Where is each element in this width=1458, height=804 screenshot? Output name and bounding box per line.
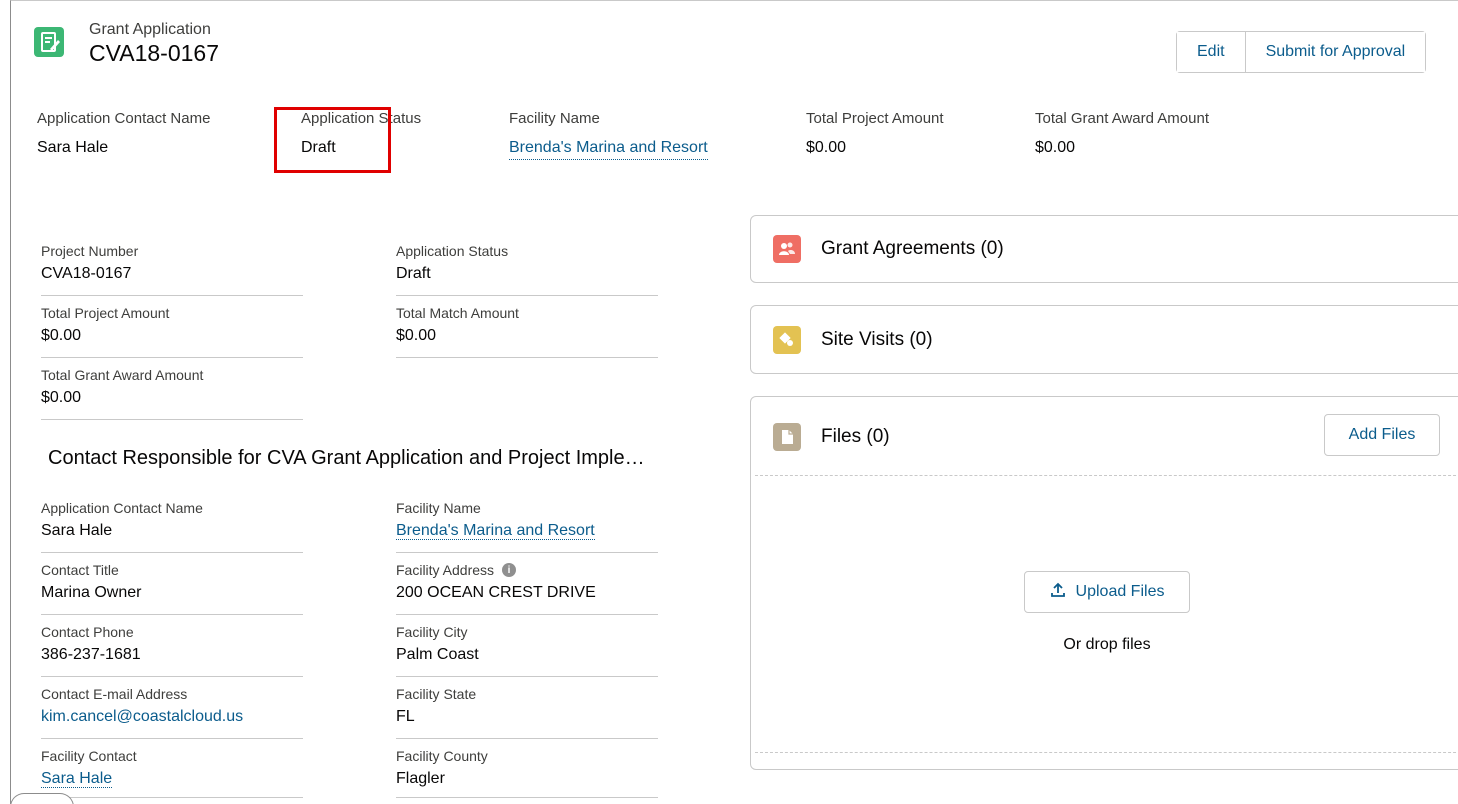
field-facility-name: Facility Name Brenda's Marina and Resort: [396, 500, 658, 553]
field-total-match-amount: Total Match Amount $0.00: [396, 305, 658, 358]
field-value: CVA18-0167: [41, 265, 132, 282]
card-header: Site Visits (0): [773, 326, 933, 354]
field-application-contact-name: Application Contact Name Sara Hale: [41, 500, 303, 553]
field-label: Facility County: [396, 748, 488, 764]
field-facility-county: Facility County Flagler: [396, 748, 658, 798]
field-label: Application Contact Name: [41, 500, 203, 516]
highlight-value: $0.00: [806, 139, 847, 156]
info-icon[interactable]: i: [502, 563, 517, 577]
field-contact-phone: Contact Phone 386-237-1681: [41, 624, 303, 677]
field-value: $0.00: [41, 327, 82, 344]
field-project-number: Project Number CVA18-0167: [41, 243, 303, 296]
field-facility-state: Facility State FL: [396, 686, 658, 739]
file-icon: [773, 423, 801, 451]
field-facility-address: Facility Address i 200 OCEAN CREST DRIVE: [396, 562, 658, 615]
annotation-highlight-box: [274, 107, 391, 173]
field-label-row: Facility Address i: [396, 562, 658, 578]
facility-name-link[interactable]: Brenda's Marina and Resort: [509, 139, 708, 160]
field-label: Application Status: [396, 243, 509, 259]
field-total-grant-award-amount: Total Grant Award Amount $0.00: [41, 367, 303, 420]
field-label: Total Match Amount: [396, 305, 519, 321]
field-label: Total Project Amount: [41, 305, 170, 321]
facility-name-value: Brenda's Marina and Resort: [396, 522, 658, 540]
record-title: CVA18-0167: [89, 40, 219, 66]
field-value: Sara Hale: [41, 522, 113, 539]
field-value: $0.00: [396, 327, 437, 344]
card-header: Files (0): [773, 423, 890, 451]
field-application-status: Application Status Draft: [396, 243, 658, 296]
highlight-application-contact-name: Application Contact Name Sara Hale: [37, 110, 210, 157]
field-label: Facility City: [396, 624, 468, 640]
upload-files-button[interactable]: Upload Files: [1024, 571, 1190, 613]
people-icon: [773, 235, 801, 263]
field-label: Total Grant Award Amount: [41, 367, 204, 383]
field-label: Facility Name: [396, 500, 481, 516]
highlight-label: Facility Name: [509, 110, 600, 127]
highlight-label: Total Grant Award Amount: [1035, 110, 1209, 127]
field-value: $0.00: [41, 389, 82, 406]
field-contact-email: Contact E-mail Address kim.cancel@coasta…: [41, 686, 303, 739]
highlight-total-grant-award-amount: Total Grant Award Amount $0.00: [1035, 110, 1209, 157]
site-visits-card: Site Visits (0): [750, 305, 1458, 374]
files-card: Files (0) Add Files Upload Files Or drop…: [750, 396, 1458, 770]
drop-files-text: Or drop files: [1063, 636, 1151, 653]
upload-icon: [1050, 582, 1066, 603]
highlight-total-project-amount: Total Project Amount $0.00: [806, 110, 944, 157]
upload-files-label: Upload Files: [1075, 583, 1165, 600]
files-title[interactable]: Files (0): [821, 426, 890, 448]
field-contact-title: Contact Title Marina Owner: [41, 562, 303, 615]
header-actions: Edit Submit for Approval: [1176, 31, 1427, 73]
field-facility-city: Facility City Palm Coast: [396, 624, 658, 677]
edit-button[interactable]: Edit: [1177, 32, 1245, 72]
object-type-label: Grant Application: [89, 21, 211, 38]
field-label: Contact E-mail Address: [41, 686, 188, 702]
field-value: FL: [396, 708, 415, 725]
highlight-facility-name: Facility Name Brenda's Marina and Resort: [509, 110, 708, 160]
grant-application-record-icon: [34, 27, 64, 57]
field-label: Facility Contact: [41, 748, 137, 764]
utility-bar-tab[interactable]: [10, 793, 74, 804]
facility-contact-value: Sara Hale: [41, 770, 303, 788]
file-dropzone[interactable]: Upload Files Or drop files: [755, 475, 1458, 753]
highlight-label: Application Contact Name: [37, 110, 211, 127]
field-value: 386-237-1681: [41, 646, 141, 663]
card-header: Grant Agreements (0): [773, 235, 1004, 263]
site-visits-title[interactable]: Site Visits (0): [821, 329, 933, 351]
submit-for-approval-button[interactable]: Submit for Approval: [1244, 32, 1426, 72]
field-label: Project Number: [41, 243, 139, 259]
field-label: Facility Address: [396, 562, 495, 578]
field-facility-contact: Facility Contact Sara Hale: [41, 748, 303, 798]
grant-agreements-title[interactable]: Grant Agreements (0): [821, 238, 1004, 260]
field-label: Contact Title: [41, 562, 119, 578]
contact-email-link[interactable]: kim.cancel@coastalcloud.us: [41, 708, 303, 726]
field-value: Marina Owner: [41, 584, 142, 601]
facility-contact-link[interactable]: Sara Hale: [41, 770, 113, 788]
field-total-project-amount: Total Project Amount $0.00: [41, 305, 303, 358]
highlight-value: Sara Hale: [37, 139, 109, 156]
highlight-label: Total Project Amount: [806, 110, 944, 127]
highlight-value: $0.00: [1035, 139, 1076, 156]
field-label: Contact Phone: [41, 624, 134, 640]
facility-name-link[interactable]: Brenda's Marina and Resort: [396, 522, 595, 540]
add-files-button[interactable]: Add Files: [1324, 414, 1440, 456]
field-label: Facility State: [396, 686, 477, 702]
location-tag-icon: [773, 326, 801, 354]
field-value: Palm Coast: [396, 646, 479, 663]
field-value: 200 OCEAN CREST DRIVE: [396, 584, 596, 601]
grant-agreements-card: Grant Agreements (0): [750, 215, 1458, 283]
field-value: Draft: [396, 265, 431, 282]
field-value: Flagler: [396, 770, 445, 787]
contact-section-title[interactable]: Contact Responsible for CVA Grant Applic…: [48, 447, 645, 470]
